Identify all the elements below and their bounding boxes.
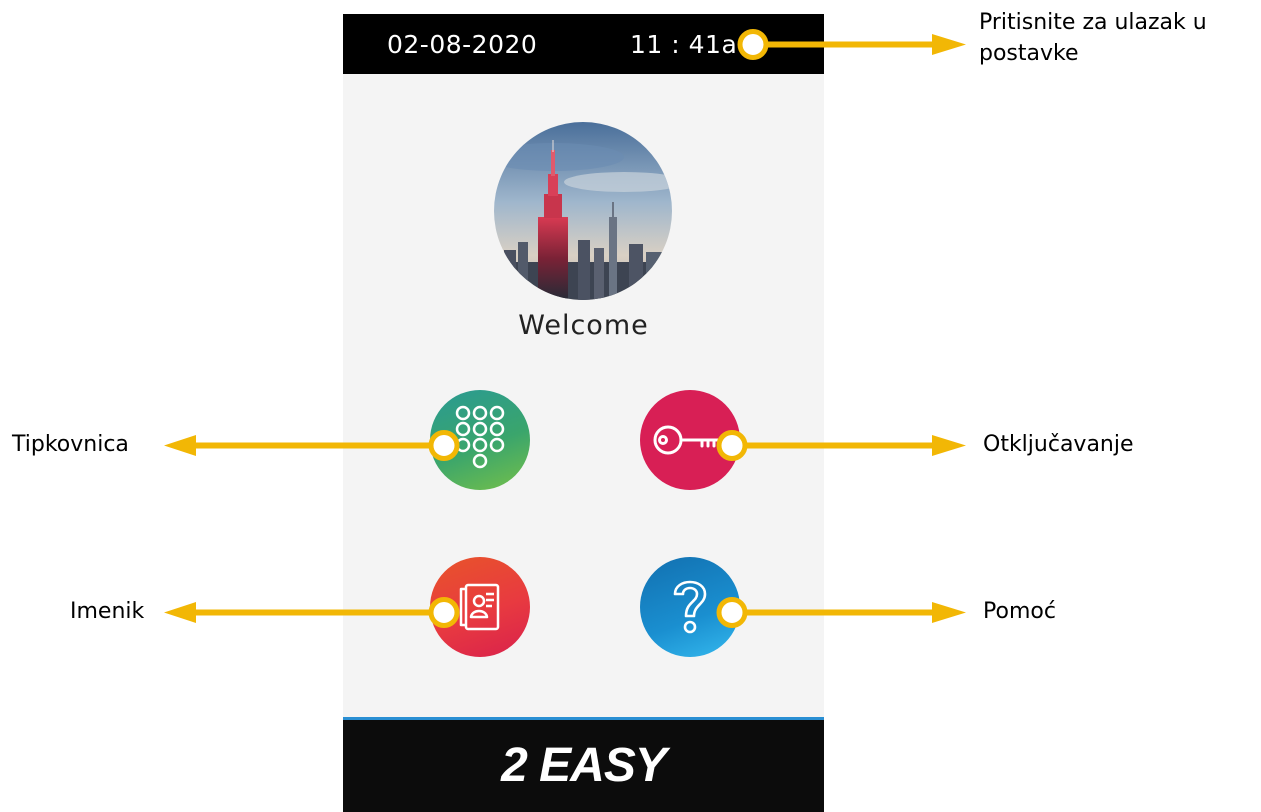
callout-directory: Imenik bbox=[70, 599, 145, 624]
contact-card-icon bbox=[459, 583, 500, 631]
callout-settings: Pritisnite za ulazak u postavke bbox=[979, 10, 1207, 66]
keypad-button[interactable] bbox=[430, 390, 530, 490]
keypad-icon bbox=[455, 405, 505, 469]
time-display[interactable]: 11 : 41a bbox=[630, 30, 737, 59]
status-bar: 02-08-2020 11 : 41a bbox=[343, 14, 824, 74]
directory-button[interactable] bbox=[430, 557, 530, 657]
help-button[interactable] bbox=[640, 557, 740, 657]
date-display: 02-08-2020 bbox=[387, 30, 538, 59]
footer-bar: 2 EASY bbox=[343, 717, 824, 812]
intercom-screen: 02-08-2020 11 : 41a Welcome 2 EASY bbox=[343, 14, 824, 812]
brand-logo: 2 EASY bbox=[501, 739, 667, 792]
callout-help: Pomoć bbox=[983, 599, 1056, 624]
callout-unlock: Otključavanje bbox=[983, 432, 1134, 457]
question-mark-icon bbox=[673, 580, 707, 634]
welcome-photo bbox=[494, 122, 672, 300]
welcome-label: Welcome bbox=[518, 310, 649, 341]
key-icon bbox=[653, 425, 722, 455]
unlock-button[interactable] bbox=[640, 390, 740, 490]
callout-keypad: Tipkovnica bbox=[12, 432, 129, 457]
city-skyline-image bbox=[494, 122, 672, 300]
